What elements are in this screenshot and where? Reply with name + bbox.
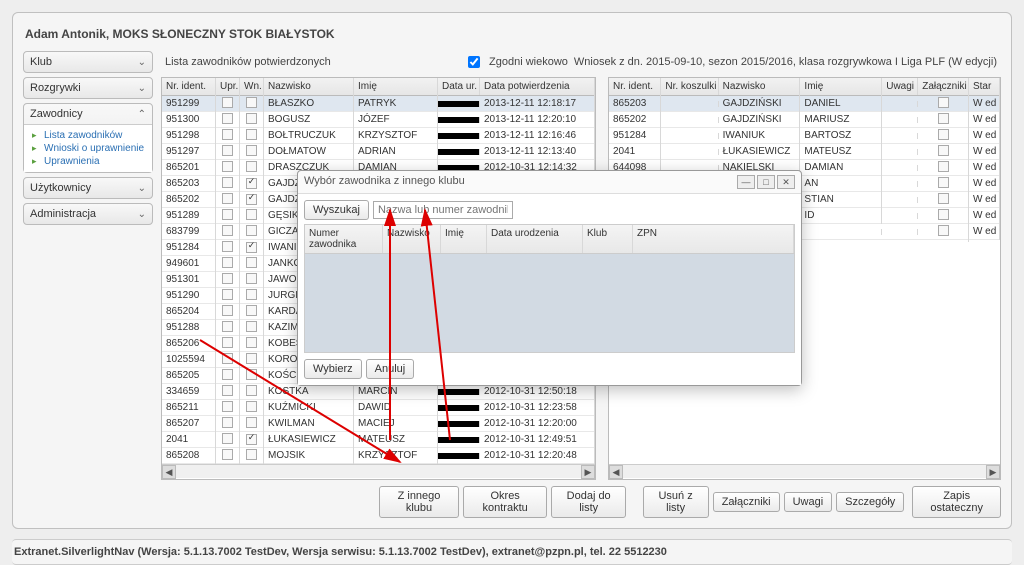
- col-header[interactable]: Nazwisko: [264, 78, 354, 95]
- zgodni-checkbox[interactable]: [468, 56, 480, 68]
- minimize-icon[interactable]: —: [737, 175, 755, 189]
- chevron-down-icon: ⌄: [138, 183, 146, 194]
- sidebar-label: Użytkownicy: [30, 182, 91, 194]
- chevron-down-icon: ⌄: [138, 209, 146, 220]
- col-header[interactable]: Nazwisko: [719, 78, 801, 95]
- modal-col-header[interactable]: Imię: [441, 225, 487, 253]
- chevron-up-icon: ⌃: [138, 109, 146, 120]
- scroll-left-icon[interactable]: ◀: [609, 465, 623, 479]
- right-scrollbar[interactable]: ◀ ▶: [609, 464, 1000, 478]
- sidebar-item-klub[interactable]: Klub ⌄: [23, 51, 153, 73]
- szczegoly-button[interactable]: Szczegóły: [836, 492, 904, 512]
- sidebar-item-administracja[interactable]: Administracja ⌄: [23, 203, 153, 225]
- modal-col-header[interactable]: ZPN: [633, 225, 794, 253]
- zgodni-label: Zgodni wiekowo: [489, 56, 568, 68]
- sidebar: Klub ⌄ Rozgrywki ⌄ Zawodnicy ⌃ Lista zawodn…: [23, 51, 153, 518]
- sidebar-item-zawodnicy[interactable]: Zawodnicy ⌃ Lista zawodników Wnioski o up…: [23, 103, 153, 173]
- wybierz-button[interactable]: Wybierz: [304, 359, 362, 379]
- col-header[interactable]: Nr. ident.: [609, 78, 661, 95]
- wybor-zawodnika-modal: Wybór zawodnika z innego klubu — □ ✕ Wys…: [297, 170, 802, 386]
- col-header[interactable]: Data ur.: [438, 78, 480, 95]
- modal-col-header[interactable]: Klub: [583, 225, 633, 253]
- dodaj-do-listy-button[interactable]: Dodaj do listy: [551, 486, 626, 518]
- usun-z-listy-button[interactable]: Usuń z listy: [643, 486, 709, 518]
- modal-col-header[interactable]: Data urodzenia: [487, 225, 583, 253]
- wyszukaj-button[interactable]: Wyszukaj: [304, 200, 369, 220]
- col-header[interactable]: Uwagi: [882, 78, 918, 95]
- col-header[interactable]: Star: [969, 78, 1000, 95]
- scroll-left-icon[interactable]: ◀: [162, 465, 176, 479]
- modal-grid-body: [304, 253, 795, 353]
- nav-lista-zawodnikow[interactable]: Lista zawodników: [30, 129, 146, 142]
- col-header[interactable]: Nr. ident.: [162, 78, 216, 95]
- page-title: Adam Antonik, MOKS SŁONECZNY STOK BIAŁYS…: [23, 23, 1001, 51]
- scroll-right-icon[interactable]: ▶: [581, 465, 595, 479]
- zapis-ostateczny-button[interactable]: Zapis ostateczny: [912, 486, 1001, 518]
- modal-title: Wybór zawodnika z innego klubu: [304, 175, 465, 189]
- zalaczniki-button[interactable]: Załączniki: [713, 492, 780, 512]
- nav-uprawnienia[interactable]: Uprawnienia: [30, 155, 146, 168]
- sidebar-label: Rozgrywki: [30, 82, 81, 94]
- okres-kontraktu-button[interactable]: Okres kontraktu: [463, 486, 547, 518]
- modal-col-header[interactable]: Nazwisko: [383, 225, 441, 253]
- maximize-icon[interactable]: □: [757, 175, 775, 189]
- col-header[interactable]: Imię: [354, 78, 438, 95]
- close-icon[interactable]: ✕: [777, 175, 795, 189]
- chevron-down-icon: ⌄: [138, 57, 146, 68]
- left-scrollbar[interactable]: ◀ ▶: [162, 464, 595, 478]
- col-header[interactable]: Data potwierdzenia: [480, 78, 595, 95]
- sidebar-label: Zawodnicy: [30, 108, 83, 120]
- uwagi-button[interactable]: Uwagi: [784, 492, 833, 512]
- z-innego-klubu-button[interactable]: Z innego klubu: [379, 486, 459, 518]
- table-row[interactable]: 865208MOJSIKKRZYSZTOF2012-10-31 12:20:48: [162, 448, 595, 464]
- scroll-right-icon[interactable]: ▶: [986, 465, 1000, 479]
- sidebar-label: Klub: [30, 56, 52, 68]
- modal-col-header[interactable]: Numer zawodnika: [305, 225, 383, 253]
- anuluj-button[interactable]: Anuluj: [366, 359, 415, 379]
- wniosek-info: Wniosek z dn. 2015-09-10, sezon 2015/201…: [574, 56, 997, 68]
- list-title: Lista zawodników potwierdzonych: [165, 56, 331, 68]
- search-input[interactable]: [373, 201, 513, 219]
- chevron-down-icon: ⌄: [138, 83, 146, 94]
- col-header[interactable]: Upr.: [216, 78, 240, 95]
- nav-wnioski[interactable]: Wnioski o uprawnienie: [30, 142, 146, 155]
- sidebar-label: Administracja: [30, 208, 96, 220]
- col-header[interactable]: Nr. koszulki: [661, 78, 718, 95]
- sidebar-item-uzytkownicy[interactable]: Użytkownicy ⌄: [23, 177, 153, 199]
- sidebar-item-rozgrywki[interactable]: Rozgrywki ⌄: [23, 77, 153, 99]
- col-header[interactable]: Załączniki: [918, 78, 969, 95]
- col-header[interactable]: Imię: [800, 78, 882, 95]
- col-header[interactable]: Wn.: [240, 78, 264, 95]
- footer-text: Extranet.SilverlightNav (Wersja: 5.1.13.…: [12, 539, 1012, 565]
